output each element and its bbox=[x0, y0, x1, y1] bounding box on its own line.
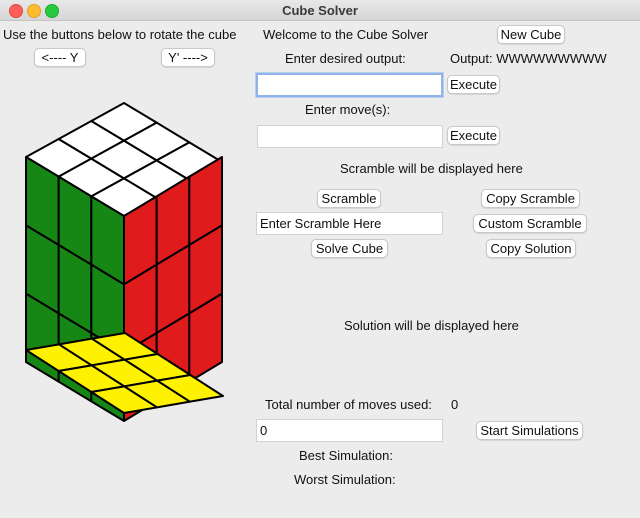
copy-scramble-button[interactable]: Copy Scramble bbox=[481, 189, 580, 208]
start-simulations-button[interactable]: Start Simulations bbox=[476, 421, 583, 440]
custom-scramble-button[interactable]: Custom Scramble bbox=[473, 214, 587, 233]
execute-moves-button[interactable]: Execute bbox=[447, 126, 500, 145]
best-simulation-label: Best Simulation: bbox=[299, 448, 393, 463]
scramble-button[interactable]: Scramble bbox=[317, 189, 381, 208]
total-moves-label: Total number of moves used: bbox=[265, 397, 432, 412]
execute-output-button[interactable]: Execute bbox=[447, 75, 500, 94]
desired-output-input[interactable] bbox=[256, 73, 443, 97]
total-moves-value: 0 bbox=[451, 397, 459, 412]
moves-input[interactable] bbox=[257, 125, 443, 148]
welcome-text: Welcome to the Cube Solver bbox=[263, 27, 429, 42]
app-window: Cube Solver Use the buttons below to rot… bbox=[0, 0, 640, 518]
scramble-input[interactable]: Enter Scramble Here bbox=[256, 212, 443, 235]
solve-cube-button[interactable]: Solve Cube bbox=[311, 239, 388, 258]
output-text: Output: WWWWWWWWW bbox=[450, 51, 607, 66]
worst-simulation-label: Worst Simulation: bbox=[294, 472, 396, 487]
new-cube-button[interactable]: New Cube bbox=[497, 25, 565, 44]
scramble-display: Scramble will be displayed here bbox=[340, 161, 523, 176]
desired-output-label: Enter desired output: bbox=[285, 51, 406, 66]
moves-label: Enter move(s): bbox=[305, 102, 391, 117]
solution-display: Solution will be displayed here bbox=[344, 318, 519, 333]
simulations-input[interactable]: 0 bbox=[256, 419, 443, 442]
copy-solution-button[interactable]: Copy Solution bbox=[486, 239, 576, 258]
